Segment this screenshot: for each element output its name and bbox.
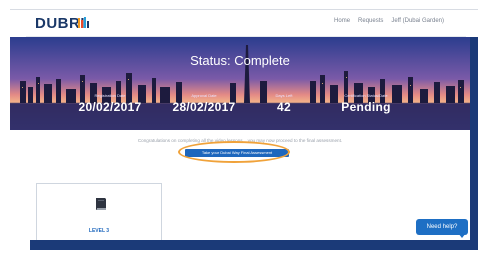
book-icon bbox=[96, 198, 106, 210]
final-assessment-button[interactable]: Take your Dubai Way Final Assessment bbox=[185, 149, 289, 157]
stat-label: Certification Status/Date bbox=[344, 93, 388, 98]
stat-value: 20/02/2017 bbox=[78, 100, 142, 114]
nav-requests-link[interactable]: Requests bbox=[358, 18, 383, 24]
logo-mark-icon bbox=[78, 17, 89, 28]
level-label: LEVEL 3 bbox=[88, 228, 110, 234]
stat-value: 42 bbox=[277, 100, 291, 114]
stat-days-left: Days Left 42 bbox=[258, 93, 310, 114]
status-title: Status: Complete bbox=[190, 53, 290, 68]
stat-value: Pending bbox=[341, 100, 391, 114]
level-card[interactable]: LEVEL 3 bbox=[36, 183, 162, 245]
nav-user-menu[interactable]: Jeff (Dubai Garden) bbox=[391, 18, 444, 24]
decorative-frame-bar bbox=[470, 37, 478, 243]
stat-label: Registration Date bbox=[94, 93, 126, 98]
stat-label: Days Left bbox=[275, 93, 293, 98]
dubai-logo[interactable]: DUBRI bbox=[35, 15, 95, 32]
decorative-frame-bar-bottom bbox=[30, 240, 478, 250]
stat-registration: Registration Date 20/02/2017 bbox=[62, 93, 158, 114]
stat-approval: Approval Date 28/02/2017 bbox=[156, 93, 252, 114]
top-navbar: DUBRI Home Requests Jeff (Dubai Garden) bbox=[26, 10, 466, 37]
dubai-skyline-image bbox=[10, 37, 470, 130]
nav-links: Home Requests Jeff (Dubai Garden) bbox=[334, 18, 444, 24]
stat-label: Approval Date bbox=[191, 93, 217, 98]
congratulations-message: Congratulations on completing all the vi… bbox=[137, 138, 343, 143]
stat-value: 28/02/2017 bbox=[172, 100, 236, 114]
help-bubble-tail bbox=[458, 233, 466, 238]
nav-home-link[interactable]: Home bbox=[334, 18, 350, 24]
status-hero-banner: Status: Complete Registration Date 20/02… bbox=[10, 37, 470, 130]
stat-certification: Certification Status/Date Pending bbox=[316, 93, 416, 114]
